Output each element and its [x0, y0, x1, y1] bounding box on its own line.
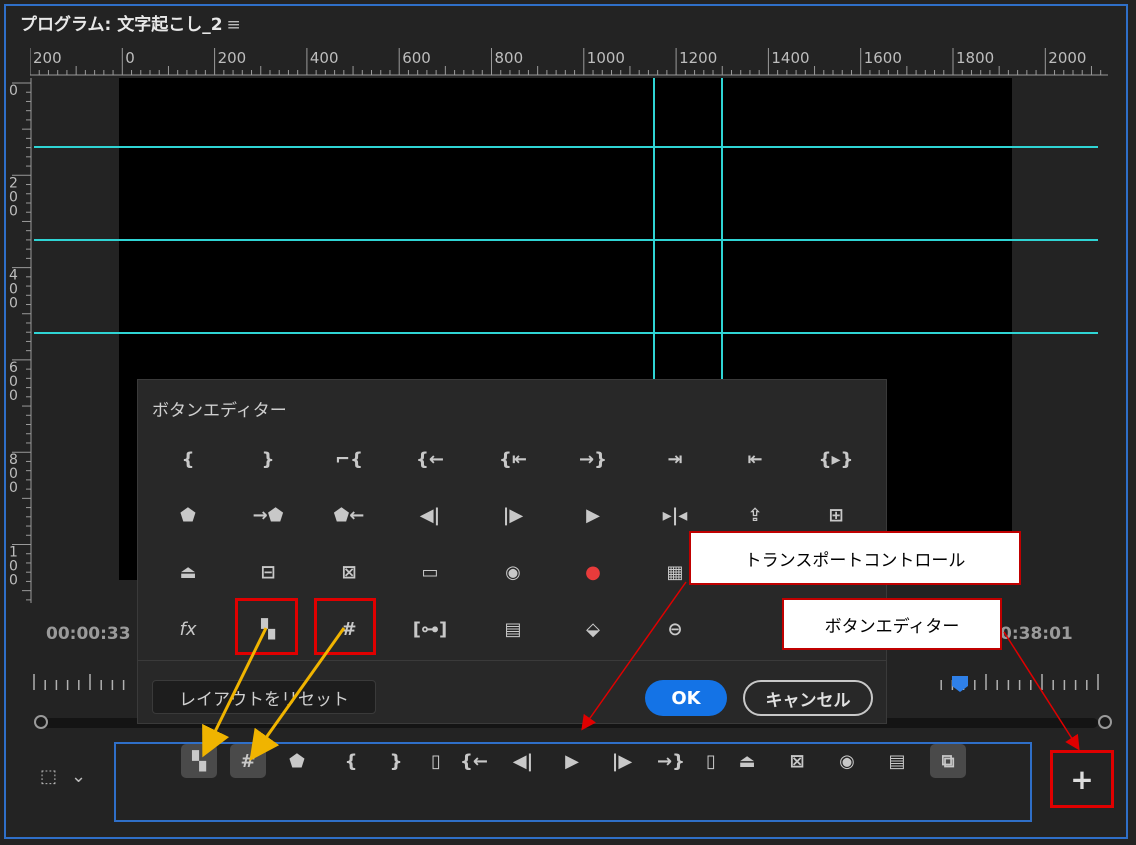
callout-button-editor: ボタンエディター — [782, 598, 1002, 650]
vertical-ruler: 0200400600800100 — [9, 78, 32, 603]
ruler-v-label: 0 — [9, 573, 18, 589]
add-marker-icon[interactable]: ⬟ — [168, 500, 208, 530]
ruler-v-label: 0 — [9, 296, 18, 312]
multicam-toggle-icon[interactable]: ⧉ — [930, 744, 966, 778]
ruler-h-label: 1800 — [956, 49, 994, 67]
panel-menu-icon[interactable]: ≡ — [227, 15, 241, 35]
mark-out-icon[interactable]: } — [378, 744, 414, 778]
mark-in-icon[interactable]: { — [168, 444, 208, 474]
record-icon[interactable]: ● — [573, 557, 613, 587]
go-to-previous-marker-icon[interactable]: ⬟← — [329, 500, 369, 530]
guides-icon[interactable]: # — [230, 744, 266, 778]
zoom-handle-right[interactable] — [1098, 715, 1112, 729]
ruler-h-label: 400 — [310, 49, 339, 67]
step-forward-icon[interactable]: |▶ — [493, 500, 533, 530]
callout-transport-controls: トランスポートコントロール — [689, 531, 1021, 585]
horizontal-ruler: 200 0 200 400 600 800 1000 1200 1400 1600 1800 2000 — [30, 48, 1108, 76]
go-to-in-icon[interactable]: {← — [410, 444, 450, 474]
ruler-h-label: 1200 — [679, 49, 717, 67]
export-icon[interactable]: ⇪ — [735, 500, 775, 530]
bottom-left-controls: ⬚ ⌄ — [40, 766, 86, 787]
add-marker-icon[interactable]: ⬟ — [279, 744, 315, 778]
comparison-view-icon[interactable]: ▚ — [181, 744, 217, 778]
ruler-h-label: 200 — [218, 49, 247, 67]
ruler-h-label: 800 — [495, 49, 524, 67]
ruler-h-label: 200 — [33, 49, 62, 67]
ruler-v-label: 0 — [9, 203, 18, 219]
proxy-icon[interactable]: ▤ — [879, 744, 915, 778]
transport-divider: ▯ — [431, 750, 441, 772]
panel-title: プログラム: 文字起こし_2 ≡ — [20, 10, 241, 35]
extract-icon[interactable]: ⊠ — [329, 557, 369, 587]
go-to-out-icon[interactable]: →} — [653, 744, 689, 778]
camera-icon[interactable]: ◉ — [493, 557, 533, 587]
closed-caption-icon[interactable]: ⊖ — [655, 614, 695, 644]
step-back-icon[interactable]: ◀| — [505, 744, 541, 778]
step-forward-icon[interactable]: |▶ — [604, 744, 640, 778]
timecode-duration: 0:38:01 — [1000, 624, 1073, 644]
ruler-h-label: 600 — [402, 49, 431, 67]
zoom-handle-left[interactable] — [34, 715, 48, 729]
highlight-comparison-view — [235, 598, 298, 655]
go-to-next-marker-icon[interactable]: →⬟ — [248, 500, 288, 530]
safe-margins-icon[interactable]: ▭ — [410, 557, 450, 587]
go-to-previous-icon[interactable]: ⇤ — [735, 444, 775, 474]
button-editor-plus-button[interactable]: + — [1050, 750, 1114, 808]
ruler-v-label: 0 — [9, 83, 18, 99]
button-editor-title: ボタンエディター — [152, 401, 287, 421]
go-to-next-icon[interactable]: ⇥ — [655, 444, 695, 474]
panel-title-text: プログラム: 文字起こし_2 — [20, 15, 223, 35]
ruler-h-label: 1600 — [864, 49, 902, 67]
mark-clip-icon[interactable]: ⌐{ — [329, 444, 369, 474]
reset-layout-button[interactable]: レイアウトをリセット — [152, 680, 376, 714]
proxy-icon[interactable]: ▤ — [493, 614, 533, 644]
go-to-in-icon[interactable]: {← — [456, 744, 492, 778]
play-icon[interactable]: ▶ — [573, 500, 613, 530]
ruler-h-label: 2000 — [1048, 49, 1086, 67]
play-icon[interactable]: ▶ — [554, 744, 590, 778]
ruler-v-label: 0 — [9, 388, 18, 404]
ok-button[interactable]: OK — [645, 680, 727, 716]
chevron-down-icon[interactable]: ⌄ — [71, 766, 86, 787]
playhead-icon[interactable] — [952, 676, 968, 692]
mark-out-icon[interactable]: } — [248, 444, 288, 474]
play-in-to-out-icon[interactable]: {▸} — [816, 444, 856, 474]
go-to-in-jump-icon[interactable]: {⇤ — [493, 444, 533, 474]
mark-in-icon[interactable]: { — [333, 744, 369, 778]
ruler-h-label: 1400 — [771, 49, 809, 67]
ruler-h-label: 0 — [125, 49, 135, 67]
ruler-v-label: 0 — [9, 480, 18, 496]
safe-area-toggle-icon[interactable]: ⬚ — [40, 766, 57, 787]
go-to-out-jump-icon[interactable]: →} — [573, 444, 613, 474]
dialog-divider — [138, 660, 886, 661]
overwrite-icon[interactable]: ⊟ — [248, 557, 288, 587]
lift-icon[interactable]: ⏏ — [729, 744, 765, 778]
fx-icon[interactable]: fx — [168, 614, 208, 644]
vr-icon[interactable]: [⊶] — [410, 614, 450, 644]
transport-divider: ▯ — [706, 750, 716, 772]
trim-icon[interactable]: ▸|◂ — [655, 500, 695, 530]
camera-icon[interactable]: ◉ — [829, 744, 865, 778]
lift-icon[interactable]: ⏏ — [168, 557, 208, 587]
insert-icon[interactable]: ⊞ — [816, 500, 856, 530]
timecode-current[interactable]: 00:00:33 — [46, 624, 131, 644]
cancel-button[interactable]: キャンセル — [743, 680, 873, 716]
highlight-guides — [314, 598, 376, 655]
ruler-h-label: 1000 — [587, 49, 625, 67]
snap-icon[interactable]: ⬙ — [573, 614, 613, 644]
step-back-icon[interactable]: ◀| — [410, 500, 450, 530]
extract-icon[interactable]: ⊠ — [779, 744, 815, 778]
plus-icon: + — [1070, 762, 1094, 796]
